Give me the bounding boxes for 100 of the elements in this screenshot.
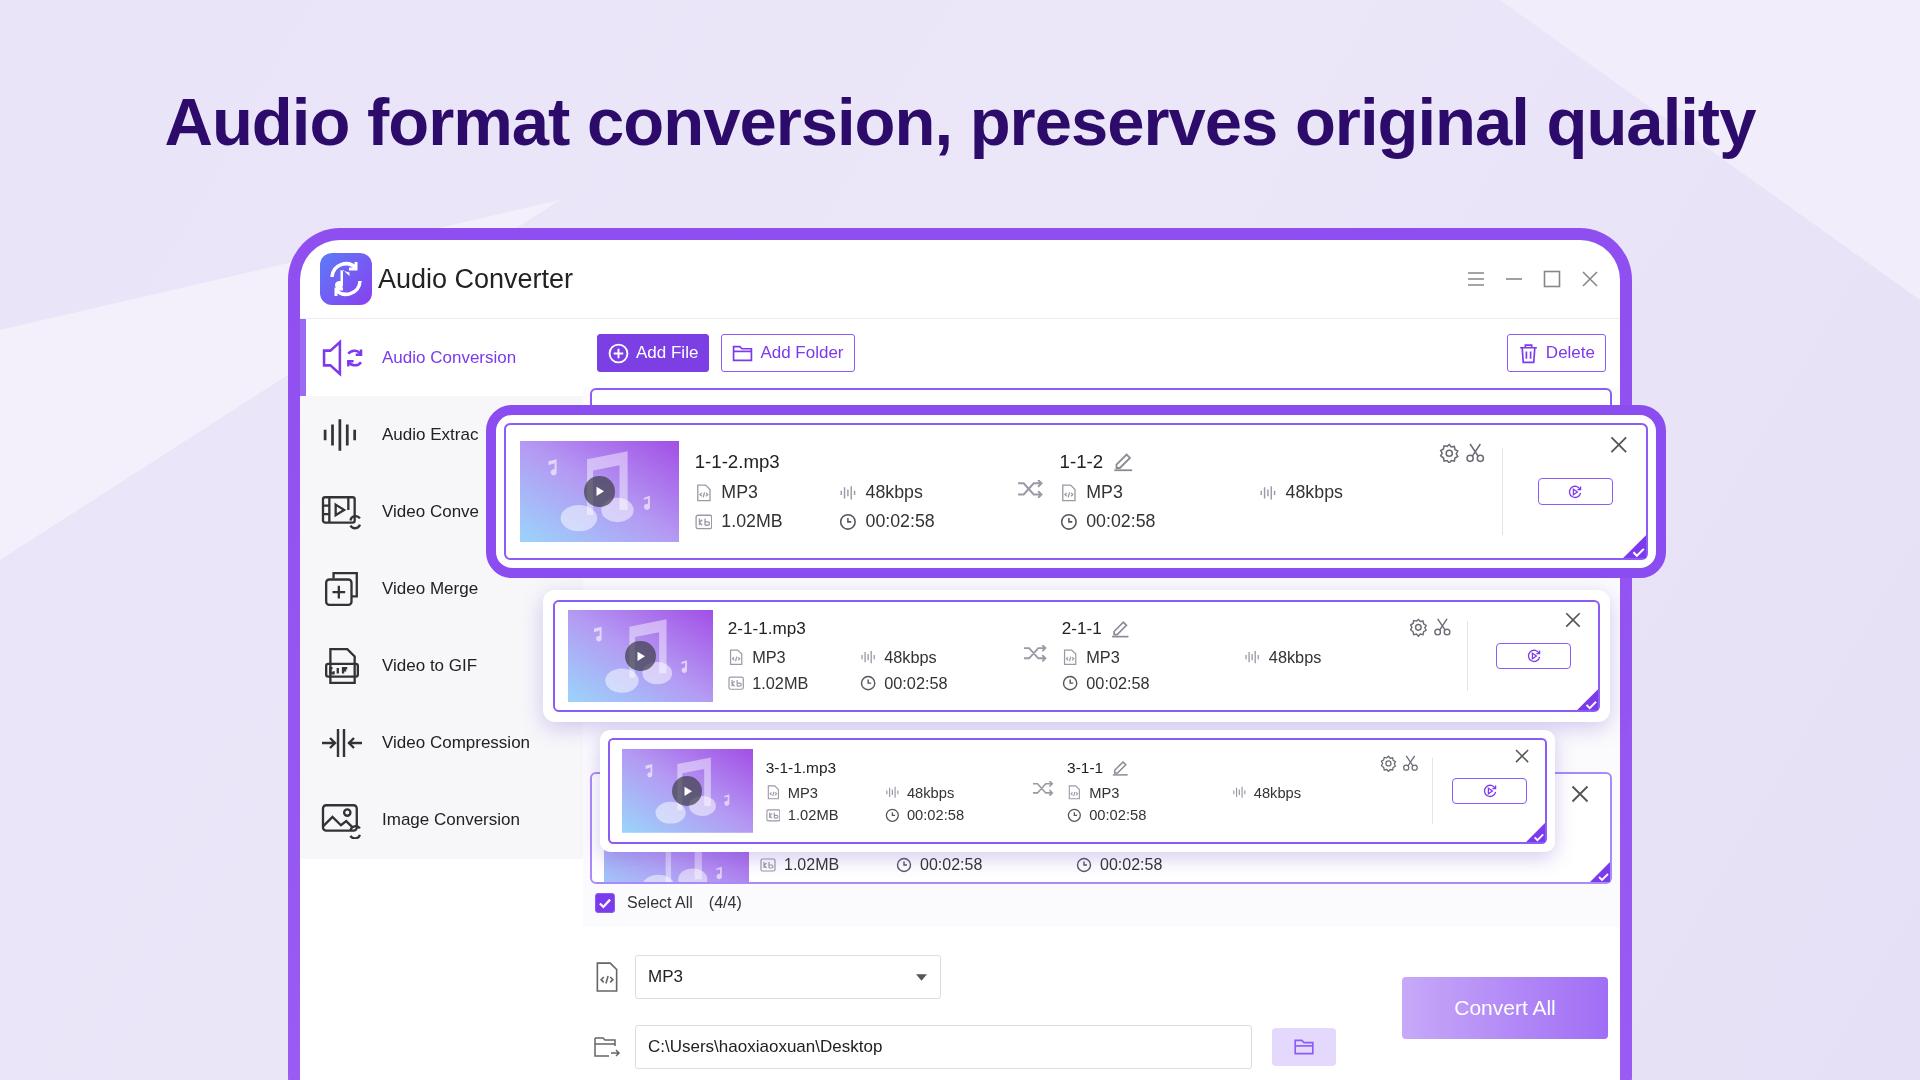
convert-button[interactable] (1537, 478, 1613, 505)
size-icon (765, 808, 781, 823)
waveform-icon (859, 649, 877, 666)
sidebar-item[interactable]: Audio Conversion (300, 319, 583, 397)
select-all-checkbox[interactable] (595, 893, 615, 913)
scissors-icon[interactable] (1465, 442, 1486, 464)
add-folder-button[interactable]: Add Folder (721, 334, 855, 372)
close-icon[interactable] (1514, 748, 1531, 765)
output-path-field[interactable]: C:\Users\haoxiaoxuan\Desktop (635, 1025, 1252, 1069)
trash-icon (1517, 342, 1539, 364)
duration-label: 00:02:58 (920, 856, 983, 874)
bitrate-label: 48kbps (865, 482, 923, 504)
file-name: 2-1-1.mp3 (727, 618, 807, 639)
size-label: 1.02MB (721, 511, 783, 533)
duration-label: 00:02:58 (1086, 674, 1150, 694)
format-label: MP3 (721, 482, 758, 504)
checked-corner[interactable] (1590, 862, 1610, 882)
checked-corner[interactable] (1525, 822, 1545, 842)
bitrate-label: 48kbps (884, 647, 937, 667)
waveform-icon (1231, 785, 1247, 801)
convert-button[interactable] (1452, 777, 1528, 805)
format-label: MP3 (787, 784, 819, 801)
clock-icon (1061, 675, 1079, 692)
bitrate-label: 48kbps (1268, 647, 1322, 667)
settings-icon[interactable] (1409, 618, 1428, 638)
shuffle-icon (1022, 645, 1048, 662)
file-name: 1-1-2.mp3 (694, 450, 781, 473)
pencil-icon[interactable] (1110, 619, 1131, 639)
close-icon[interactable] (1608, 434, 1629, 455)
file-name: 3-1-1.mp3 (765, 758, 838, 777)
close-icon[interactable] (1563, 610, 1582, 629)
settings-icon[interactable] (1380, 754, 1398, 772)
sidebar-item[interactable]: Image Conversion (300, 781, 520, 859)
settings-icon[interactable] (1438, 442, 1460, 464)
waveform-icon (1258, 484, 1277, 502)
clock-icon (1067, 808, 1082, 823)
waveform-icon (838, 484, 857, 502)
format-label: MP3 (752, 647, 786, 667)
clock-icon (859, 675, 877, 692)
duration-label: 00:02:58 (1089, 807, 1147, 824)
select-all-label: Select All (627, 894, 693, 912)
waveform-icon (884, 785, 900, 801)
bitrate-label: 48kbps (906, 784, 955, 801)
delete-button[interactable]: Delete (1506, 334, 1606, 372)
size-label: 1.02MB (752, 674, 809, 694)
image-refresh-icon (320, 801, 364, 840)
speaker-refresh-icon (320, 338, 364, 377)
close-icon[interactable] (1570, 784, 1590, 804)
sidebar-item[interactable]: Video Conve (300, 473, 480, 551)
clock-icon (838, 513, 857, 531)
caret-icon (915, 972, 928, 982)
clock-icon (1076, 857, 1092, 873)
file-code-icon (1067, 785, 1082, 801)
sidebar-item[interactable]: Video Merge (300, 550, 479, 628)
duration-label: 00:02:58 (884, 674, 948, 694)
close-icon[interactable] (1580, 269, 1600, 289)
pencil-icon[interactable] (1112, 451, 1135, 472)
bitrate-label: 48kbps (1285, 482, 1343, 504)
refresh-play-icon (1525, 648, 1542, 664)
format-label: MP3 (1086, 647, 1120, 667)
convert-button[interactable] (1496, 642, 1571, 670)
clock-icon (896, 857, 912, 873)
size-label: 1.02MB (787, 807, 839, 824)
window-title: Audio Converter (378, 263, 574, 295)
format-label: MP3 (1086, 482, 1123, 504)
scissors-icon[interactable] (1433, 618, 1453, 638)
duration-label: 00:02:58 (865, 511, 935, 533)
output-name: 3-1-1 (1067, 758, 1104, 777)
sidebar-item[interactable]: Video to GIF (300, 627, 478, 705)
headline: Audio format conversion, preserves original quality (164, 83, 1756, 161)
clock-icon (1059, 513, 1078, 531)
maximize-icon[interactable] (1542, 269, 1562, 289)
app-logo (320, 253, 372, 305)
sidebar-item[interactable]: Audio Extrac (300, 396, 479, 474)
format-dropdown[interactable]: MP3 (635, 955, 941, 999)
scissors-icon[interactable] (1402, 754, 1420, 772)
size-icon (727, 675, 745, 692)
add-circle-icon (608, 342, 629, 364)
file-code-icon (1061, 649, 1079, 666)
size-icon (760, 857, 776, 873)
checked-corner[interactable] (1622, 534, 1646, 558)
format-label: MP3 (1089, 784, 1120, 801)
shuffle-icon (1031, 781, 1054, 797)
duration-label: 00:02:58 (1100, 856, 1163, 874)
file-code-icon (1059, 484, 1078, 502)
file-code-icon (765, 785, 781, 801)
checked-corner[interactable] (1576, 688, 1598, 710)
clock-icon (884, 808, 900, 823)
waveform-icon (1244, 649, 1261, 666)
add-file-button[interactable]: Add File (597, 334, 710, 372)
pencil-icon[interactable] (1110, 759, 1130, 777)
sidebar-item[interactable]: Video Compression (300, 704, 531, 782)
browse-button[interactable] (1272, 1028, 1336, 1066)
output-name: 1-1-2 (1059, 450, 1104, 473)
shuffle-icon (1016, 479, 1044, 498)
refresh-play-icon (1481, 783, 1498, 799)
output-name: 2-1-1 (1061, 618, 1102, 639)
size-icon (694, 513, 713, 531)
selection-count: (4/4) (708, 894, 742, 912)
file-code-icon (694, 484, 713, 502)
